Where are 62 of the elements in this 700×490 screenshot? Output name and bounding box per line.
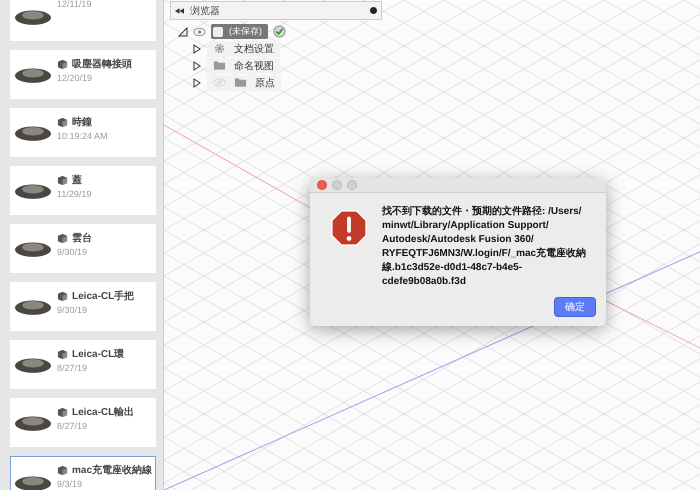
part-thumbnail-icon [15,66,51,83]
design-card[interactable]: Leica-CL環 8/27/19 [10,340,156,389]
design-date: 12/11/19 [57,0,92,9]
cube-icon [57,464,68,476]
cube-icon [57,174,68,186]
expand-toggle-icon[interactable] [192,44,202,54]
pin-icon[interactable] [370,7,377,14]
folder-icon [234,77,247,88]
part-thumbnail-icon [15,182,51,199]
design-date: 8/27/19 [57,421,88,431]
cube-icon [57,290,68,302]
cube-icon [57,58,68,70]
cube-icon [57,232,68,244]
ok-button[interactable]: 确定 [554,297,596,317]
design-date: 9/30/19 [57,305,88,315]
cube-icon [57,348,68,360]
collapse-icon[interactable] [175,8,184,14]
tree-node[interactable]: 原点 [207,74,281,90]
part-thumbnail-icon [15,298,51,315]
design-name: Leica-CL手把 [72,290,134,303]
part-thumbnail-icon [15,356,51,373]
part-thumbnail-icon [15,8,51,25]
design-name: 時鐘 [72,116,92,129]
gear-icon [213,43,226,54]
design-name: Leica-CL輸出 [72,406,134,419]
part-thumbnail-icon [15,240,51,257]
cube-icon [57,406,68,418]
design-card[interactable]: 蓋 11/29/19 [10,166,156,215]
eye-icon[interactable] [193,26,206,36]
design-date: 8/27/19 [57,363,88,373]
design-card[interactable]: Leica-CL手把 9/30/19 [10,282,156,331]
expand-toggle-icon[interactable] [178,26,188,36]
design-card[interactable]: Leica-CL輸出 8/27/19 [10,398,156,447]
design-date: 10:19:24 AM [57,131,108,141]
design-date: 12/20/19 [57,73,94,83]
design-name: 吸塵器轉接頭 [72,57,132,71]
tree-node[interactable]: 文档设置 [207,40,280,56]
design-name: mac充電座收納線 [72,463,152,477]
part-thumbnail-icon [15,124,51,141]
close-button[interactable] [317,180,327,190]
part-thumbnail-icon [15,414,51,431]
error-message: 找不到下载的文件・预期的文件路径: /Users/ minwt/Library/Application Support/ Autodesk/Autodesk Fusion 360/ RYFEQTFJ6MN3/W.login/F/_mac充電座收納 線.b1c3d52e-d0d1-48c7-b4e5- cdefe9b08a0b.f3d [382,205,588,289]
stop-sign-icon [330,209,368,247]
browser-title: 浏览器 [190,4,221,18]
design-card[interactable]: mac充電座收納線 9/3/19 [10,456,156,490]
design-date: 9/30/19 [57,247,88,257]
design-card[interactable]: 雲台 9/30/19 [10,224,156,273]
cube-icon [57,116,68,128]
design-name: 雲台 [72,232,92,245]
expand-toggle-icon[interactable] [192,78,202,88]
design-date: 9/3/19 [57,479,84,489]
design-name: 蓋 [72,174,82,187]
tree-node[interactable]: 命名视图 [207,58,280,74]
expand-toggle-icon[interactable] [192,60,202,70]
design-card[interactable]: 吸塵器轉接頭 12/20/19 [10,50,156,99]
check-icon [273,25,286,38]
document-node[interactable]: (未保存) [211,24,268,39]
design-date: 11/29/19 [57,189,92,199]
folder-icon [213,60,226,71]
design-name: Leica-CL環 [72,348,124,361]
part-thumbnail-icon [15,474,51,490]
design-card[interactable]: 時鐘 10:19:24 AM [10,108,156,157]
